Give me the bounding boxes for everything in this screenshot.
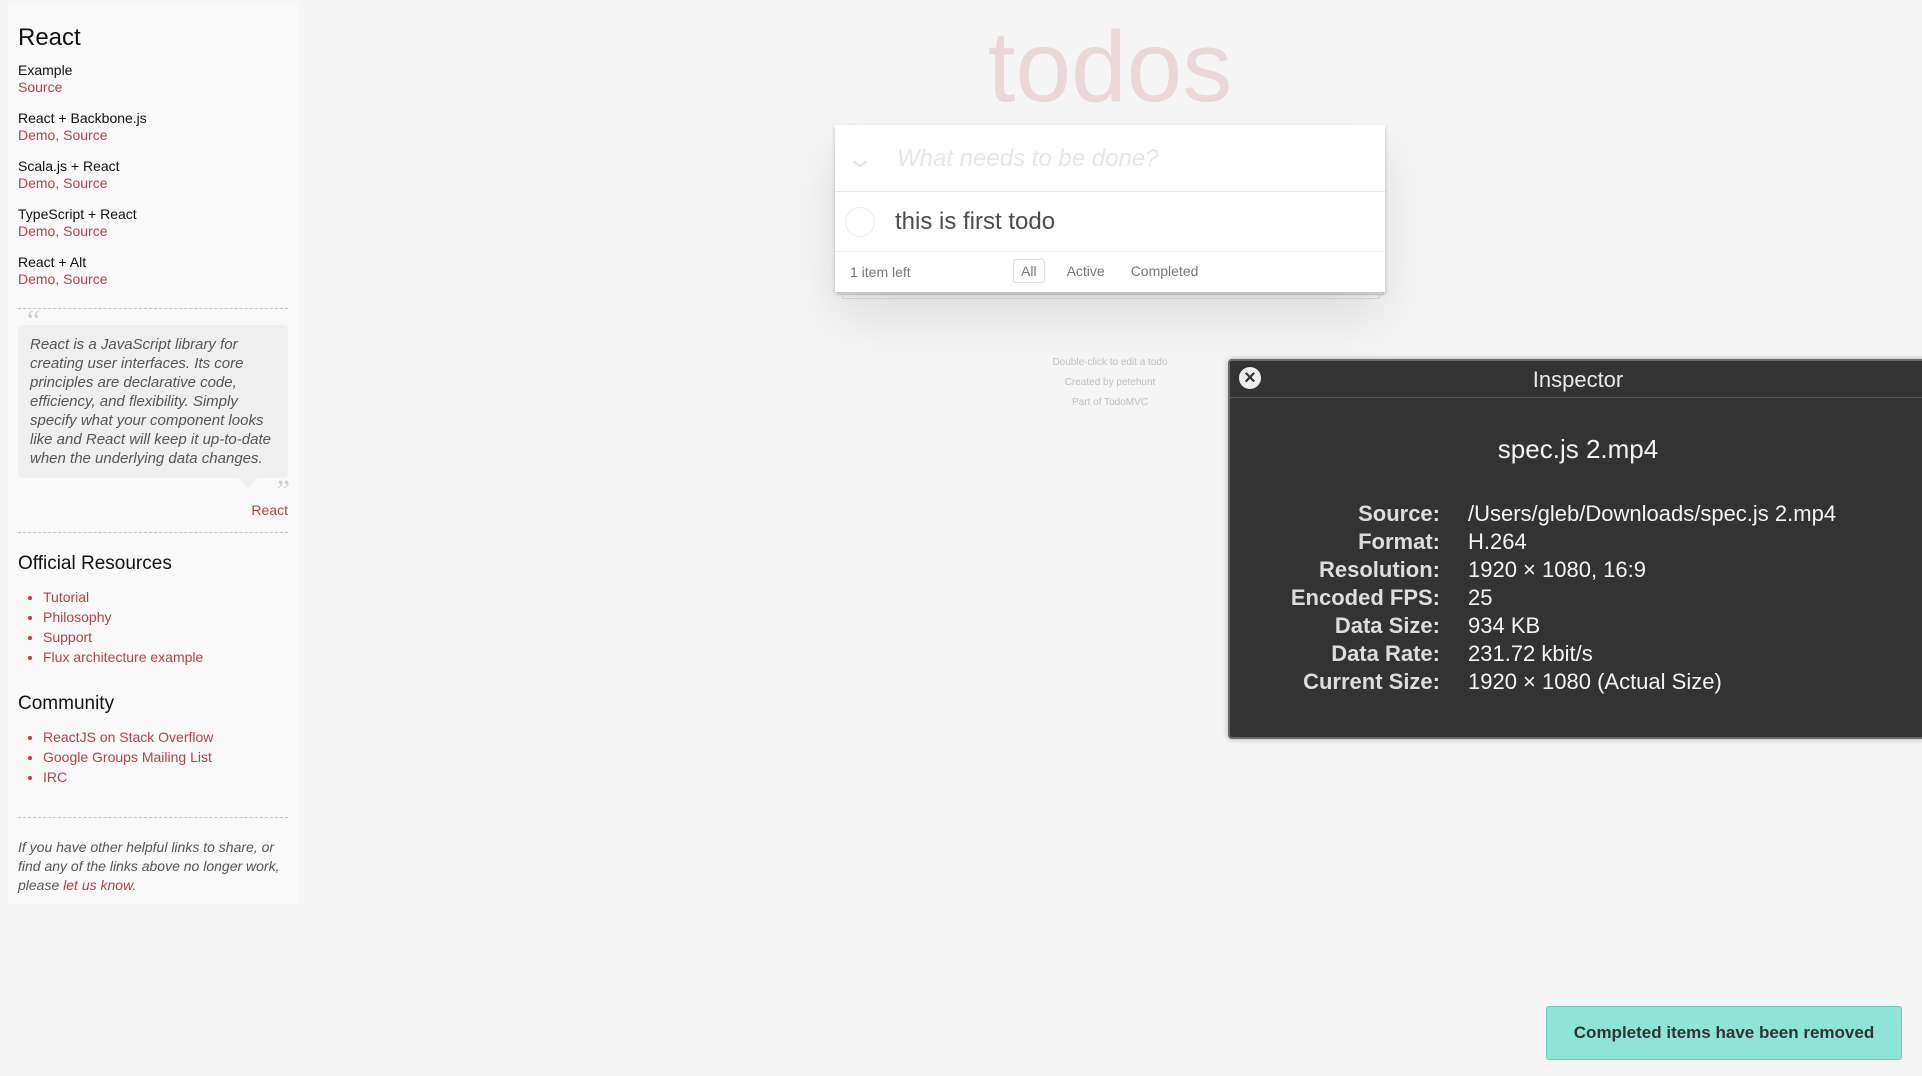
filter-completed[interactable]: Completed [1123,259,1207,283]
divider [18,817,288,818]
list-item: Google Groups Mailing List [43,747,288,767]
example-item: React + Backbone.js Demo, Source [18,110,288,144]
community-list: ReactJS on Stack Overflow Google Groups … [18,727,288,787]
property-key: Data Size: [1334,613,1440,638]
property-value: 25 [1468,585,1493,610]
filter-active[interactable]: Active [1059,259,1113,283]
list-item: Flux architecture example [43,647,288,667]
todo-app: ⌄ this is first todo 1 item left All Act… [835,125,1385,292]
property-row: Data Rate: 231.72 kbit/s [1230,641,1922,669]
footnote-text: If you have other helpful links to share… [18,839,280,893]
property-key: Encoded FPS: [1290,585,1440,610]
example-item: TypeScript + React Demo, Source [18,206,288,240]
property-row: Resolution: 1920 × 1080, 16:9 [1230,557,1922,585]
quote-text: React is a JavaScript library for creati… [30,336,271,467]
google-groups-link[interactable]: Google Groups Mailing List [43,749,212,765]
open-quote-icon: “ [24,304,41,337]
property-key: Format: [1358,529,1440,554]
example-item: React + Alt Demo, Source [18,254,288,288]
new-todo-input[interactable] [895,138,1369,180]
community-heading: Community [18,693,115,714]
items-left-count: 1 item left [850,264,911,280]
property-value: 231.72 kbit/s [1468,641,1593,666]
example-name: TypeScript + React [18,206,137,222]
quote-tail [238,478,258,488]
toggle-all-chevron-icon[interactable]: ⌄ [839,145,881,171]
example-name: React + Alt [18,254,87,270]
todo-item: this is first todo [835,192,1385,252]
list-item: Support [43,627,288,647]
example-name: Scala.js + React [18,158,120,174]
property-value: 1920 × 1080 (Actual Size) [1468,669,1722,694]
inspector-window: × Inspector spec.js 2.mp4 Source: /Users/… [1228,359,1922,739]
todo-checkbox[interactable] [845,207,875,237]
source-link[interactable]: Source [63,127,107,143]
property-value: 934 KB [1468,613,1541,638]
source-link[interactable]: Source [63,175,107,191]
support-link[interactable]: Support [43,629,92,645]
source-link[interactable]: Source [63,223,107,239]
inspector-properties: Source: /Users/gleb/Downloads/spec.js 2.m… [1230,501,1922,697]
property-row: Source: /Users/gleb/Downloads/spec.js 2.m… [1230,501,1922,529]
property-row: Data Size: 934 KB [1230,613,1922,641]
property-value: 1920 × 1080, 16:9 [1468,557,1646,582]
demo-link[interactable]: Demo [18,271,55,287]
demo-link[interactable]: Demo [18,127,55,143]
official-resources-heading: Official Resources [18,553,172,574]
property-key: Resolution: [1319,557,1440,582]
new-todo-row: ⌄ [835,125,1385,192]
flux-example-link[interactable]: Flux architecture example [43,649,203,665]
list-item: Tutorial [43,587,288,607]
property-key: Data Rate: [1331,641,1440,666]
irc-link[interactable]: IRC [43,769,67,785]
property-value: /Users/gleb/Downloads/spec.js 2.mp4 [1468,501,1837,526]
demo-link[interactable]: Demo [18,175,55,191]
quote-footer: React [18,502,288,518]
divider [18,308,288,309]
inspector-title: Inspector [1532,367,1624,392]
let-us-know-link[interactable]: let us know [63,877,132,893]
filter-all[interactable]: All [1013,259,1045,283]
example-name: Example [18,62,73,78]
property-row: Format: H.264 [1230,529,1922,557]
property-key: Source: [1358,501,1440,526]
official-resources-list: Tutorial Philosophy Support Flux archite… [18,587,288,667]
source-link[interactable]: Source [18,79,62,95]
quote: “ React is a JavaScript library for crea… [18,306,290,506]
todo-label[interactable]: this is first todo [895,208,1055,236]
app-title: todos [987,11,1233,123]
filters: All Active Completed [1013,259,1206,283]
example-name: React + Backbone.js [18,110,147,126]
tutorial-link[interactable]: Tutorial [43,589,89,605]
example-item: Scala.js + React Demo, Source [18,158,288,192]
inspector-titlebar[interactable]: × Inspector [1230,361,1922,398]
list-item: ReactJS on Stack Overflow [43,727,288,747]
property-value: H.264 [1468,529,1527,554]
demo-link[interactable]: Demo [18,223,55,239]
stackoverflow-link[interactable]: ReactJS on Stack Overflow [43,729,213,745]
divider [18,532,288,533]
toast-notification: Completed items have been removed [1546,1006,1902,1060]
property-row: Encoded FPS: 25 [1230,585,1922,613]
sidebar: React Example Source React + Backbone.js… [8,4,298,904]
source-link[interactable]: Source [63,271,107,287]
close-quote-icon: ” [273,474,290,507]
sidebar-title: React [18,24,81,51]
list-item: Philosophy [43,607,288,627]
property-key: Current Size: [1303,669,1440,694]
list-item: IRC [43,767,288,787]
footnote-end: . [132,877,137,893]
inspector-filename: spec.js 2.mp4 [1497,434,1659,464]
todo-footer: 1 item left All Active Completed [835,252,1385,292]
footnote: If you have other helpful links to share… [18,838,288,895]
philosophy-link[interactable]: Philosophy [43,609,112,625]
example-item: Example Source [18,62,288,96]
property-row: Current Size: 1920 × 1080 (Actual Size) [1230,669,1922,697]
